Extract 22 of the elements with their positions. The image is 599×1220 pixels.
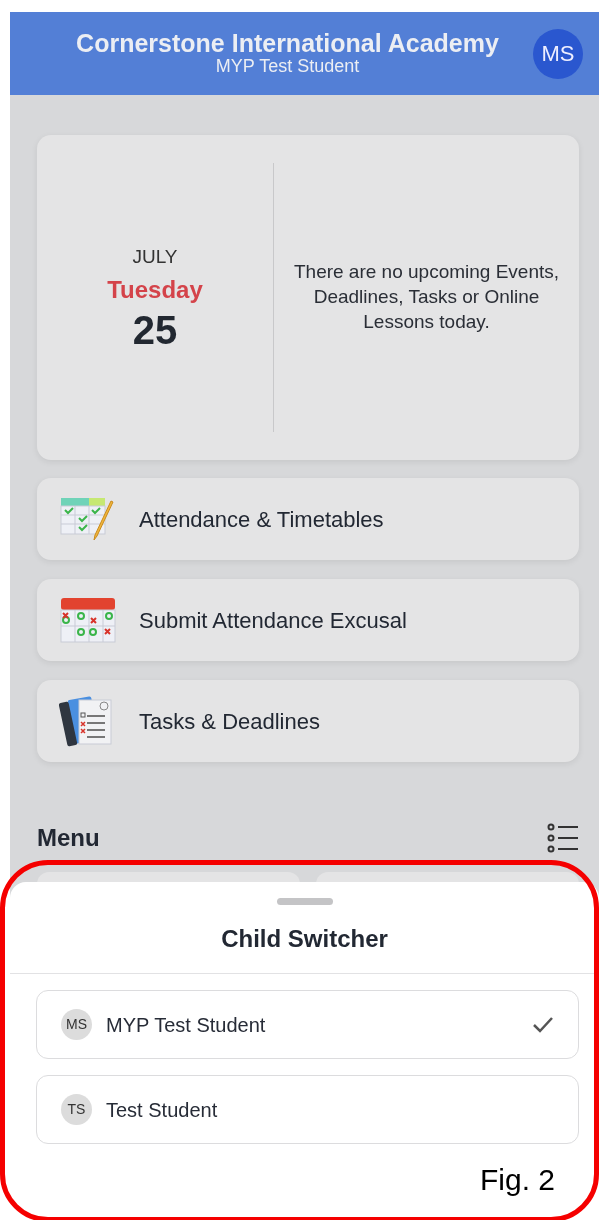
drag-handle[interactable] bbox=[276, 898, 333, 905]
calendar-icon bbox=[59, 596, 117, 644]
app-title: Cornerstone International Academy bbox=[75, 29, 500, 58]
month-label: JULY bbox=[132, 245, 178, 270]
initials-avatar: MS bbox=[61, 1009, 92, 1040]
figure-label: Fig. 2 bbox=[480, 1165, 556, 1195]
shortcut-button[interactable]: Tasks & Deadlines bbox=[37, 680, 579, 762]
menu-heading: Menu bbox=[37, 823, 100, 853]
child-option[interactable]: MS MYP Test Student bbox=[36, 990, 579, 1059]
initials-avatar: TS bbox=[61, 1094, 92, 1125]
day-number: 25 bbox=[132, 307, 178, 352]
child-name: Test Student bbox=[106, 1097, 219, 1123]
child-option[interactable]: TS Test Student bbox=[36, 1075, 579, 1144]
student-name: MYP Test Student bbox=[214, 57, 361, 78]
shortcut-button[interactable]: Submit Attendance Excusal bbox=[37, 579, 579, 661]
weekday-label: Tuesday bbox=[107, 274, 203, 305]
sheet-title: Child Switcher bbox=[221, 924, 388, 954]
avatar-button[interactable]: MS bbox=[533, 28, 583, 79]
list-view-icon[interactable] bbox=[547, 822, 579, 854]
no-events-message: There are no upcoming Events, Deadlines, Tasks or Online Lessons today. bbox=[292, 260, 561, 334]
shortcut-button[interactable]: Attendance & Timetables bbox=[37, 478, 579, 560]
child-name: MYP Test Student bbox=[106, 1012, 267, 1038]
